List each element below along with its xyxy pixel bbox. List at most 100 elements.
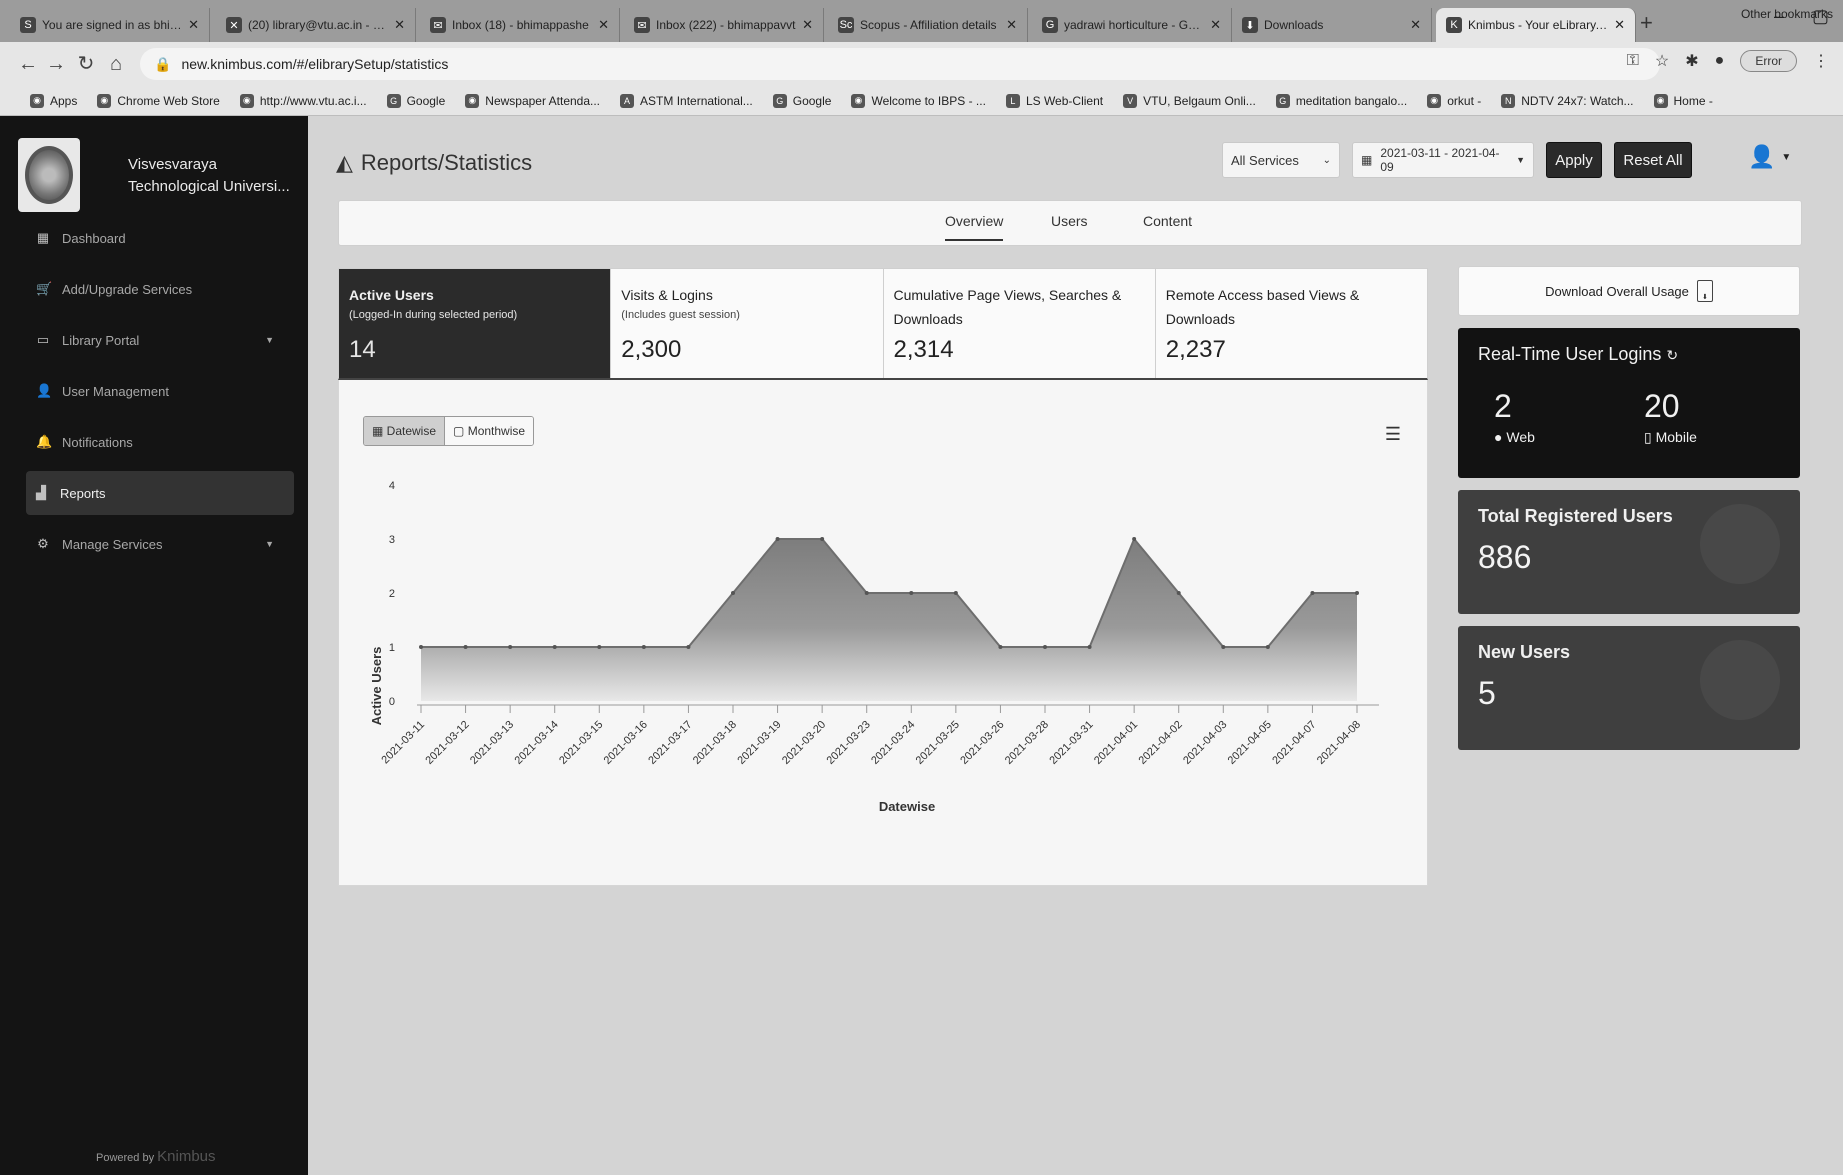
sidebar-item-library-portal[interactable]: ▭ Library Portal ▼ — [28, 318, 296, 362]
x-tick-label: 2021-04-01 — [1092, 719, 1140, 767]
realtime-title-text: Real-Time User Logins — [1478, 344, 1662, 364]
tab-overview[interactable]: Overview — [945, 213, 1004, 241]
address-bar[interactable]: 🔒 new.knimbus.com/#/elibrarySetup/statis… — [140, 48, 1660, 80]
close-icon[interactable]: ✕ — [598, 17, 609, 33]
close-icon[interactable]: ✕ — [394, 17, 405, 33]
bookmark-label: Home - — [1673, 93, 1713, 108]
browser-tab[interactable]: Sc Scopus - Affiliation details ✕ — [828, 8, 1028, 42]
web-logins: 2 ● Web — [1494, 388, 1535, 445]
stat-active-users[interactable]: Active Users (Logged-In during selected … — [339, 269, 612, 378]
stat-remote-access[interactable]: Remote Access based Views & Downloads 2,… — [1156, 269, 1427, 378]
bookmark-item[interactable]: ◉ Chrome Web Store — [87, 93, 230, 108]
sidebar-item-label: User Management — [62, 383, 169, 399]
data-point — [597, 645, 602, 649]
sidebar-item-notifications[interactable]: 🔔 Notifications — [28, 420, 296, 464]
bookmark-label: Apps — [50, 93, 78, 108]
globe-icon: ● — [1494, 429, 1503, 445]
date-range-picker[interactable]: ▦ 2021-03-11 - 2021-04-09 ▼ — [1352, 142, 1534, 178]
data-point — [909, 591, 914, 595]
reset-all-button[interactable]: Reset All — [1614, 142, 1692, 178]
browser-tab[interactable]: ✉ Inbox (222) - bhimappavvt ✕ — [624, 8, 824, 42]
datewise-label: Datewise — [386, 424, 437, 438]
home-icon[interactable]: ⌂ — [104, 52, 128, 76]
browser-tab[interactable]: S You are signed in as bhima ✕ — [10, 8, 210, 42]
bookmark-item[interactable]: ◉ Home - — [1644, 93, 1723, 108]
apply-button[interactable]: Apply — [1546, 142, 1602, 178]
tab-title: Downloads — [1264, 18, 1324, 32]
forward-icon[interactable]: → — [44, 52, 68, 76]
sidebar-item-manage-services[interactable]: ⚙ Manage Services ▼ — [28, 522, 296, 566]
browser-tab[interactable]: K Knimbus - Your eLibrary. Ar ✕ — [1436, 8, 1636, 42]
bookmark-item[interactable]: V VTU, Belgaum Onli... — [1113, 93, 1266, 108]
sidebar-item-label: Notifications — [62, 434, 133, 450]
bookmark-item[interactable]: A ASTM International... — [610, 93, 763, 108]
browser-tab[interactable]: ✕ (20) library@vtu.ac.in - Me ✕ — [216, 8, 416, 42]
active-users-chart: 012342021-03-112021-03-122021-03-132021-… — [369, 480, 1379, 814]
caret-down-icon: ▼ — [1781, 151, 1792, 163]
close-icon[interactable]: ✕ — [1410, 17, 1421, 33]
data-point — [641, 645, 646, 649]
bookmark-item[interactable]: ◉ http://www.vtu.ac.i... — [230, 93, 377, 108]
stat-visits-logins[interactable]: Visits & Logins (Includes guest session)… — [611, 269, 884, 378]
web-count: 2 — [1494, 388, 1512, 424]
bookmark-item[interactable]: N NDTV 24x7: Watch... — [1491, 93, 1643, 108]
monthwise-button[interactable]: ▢ Monthwise — [445, 417, 534, 445]
sidebar-item-reports[interactable]: ▟ Reports — [26, 471, 294, 515]
bookmark-item[interactable]: L LS Web-Client — [996, 93, 1113, 108]
tab-users[interactable]: Users — [1051, 213, 1088, 229]
browser-tab[interactable]: ✉ Inbox (18) - bhimappashe ✕ — [420, 8, 620, 42]
new-tab-button[interactable]: + — [1640, 10, 1653, 36]
browser-tab[interactable]: ⬇ Downloads ✕ — [1232, 8, 1432, 42]
browser-tab[interactable]: Gyadrawi horticulture - Goog ✕ — [1032, 8, 1232, 42]
sidebar-item-add-upgrade[interactable]: 🛒 Add/Upgrade Services — [28, 267, 296, 311]
data-point — [1221, 645, 1226, 649]
close-icon[interactable]: ✕ — [1614, 17, 1625, 33]
close-icon[interactable]: ✕ — [1210, 17, 1221, 33]
tab-favicon-icon: Sc — [838, 17, 854, 33]
star-icon[interactable]: ☆ — [1655, 51, 1669, 71]
other-bookmarks[interactable]: Other bookmarks — [1741, 7, 1833, 21]
bookmark-item[interactable]: G Google — [763, 93, 842, 108]
back-icon[interactable]: ← — [16, 52, 40, 76]
bookmark-item[interactable]: ◉ orkut - — [1417, 93, 1491, 108]
close-icon[interactable]: ✕ — [188, 17, 199, 33]
bookmark-favicon-icon: G — [386, 93, 401, 108]
user-menu[interactable]: 👤 ▼ — [1748, 144, 1791, 170]
bookmark-item[interactable]: G Google — [377, 93, 456, 108]
stat-page-views[interactable]: Cumulative Page Views, Searches & Downlo… — [884, 269, 1156, 378]
profile-icon[interactable]: ● — [1715, 52, 1725, 70]
bookmark-item[interactable]: Gmeditation bangalo... — [1266, 93, 1417, 108]
reload-icon[interactable]: ↻ — [74, 52, 98, 76]
hamburger-menu-icon[interactable]: ☰ — [1385, 424, 1401, 445]
stat-value: 2,300 — [621, 336, 682, 363]
mobile-logins: 20 ▯ Mobile — [1644, 388, 1697, 446]
sidebar-item-label: Dashboard — [62, 230, 126, 246]
caret-down-icon: ▼ — [1516, 155, 1525, 165]
key-icon[interactable]: ⚿ — [1627, 52, 1639, 70]
sidebar-item-user-management[interactable]: 👤 User Management — [28, 369, 296, 413]
realtime-logins-card: Real-Time User Logins ↻ 2 ● Web 20 ▯ Mob… — [1458, 328, 1800, 478]
services-select[interactable]: All Services ⌄ — [1222, 142, 1340, 178]
refresh-icon[interactable]: ↻ — [1666, 347, 1678, 363]
browser-toolbar: ← → ↻ ⌂ 🔒 new.knimbus.com/#/elibrarySetu… — [0, 42, 1843, 86]
bookmark-favicon-icon: ◉ — [97, 93, 112, 108]
bookmark-favicon-icon: V — [1123, 93, 1138, 108]
bookmark-item[interactable]: ◉ Welcome to IBPS - ... — [841, 93, 995, 108]
bookmark-favicon-icon: ◉ — [1427, 93, 1442, 108]
extensions-icon[interactable]: ✱ — [1685, 51, 1698, 71]
bookmark-item[interactable]: ◉ Apps — [20, 93, 87, 108]
card-decoration — [1700, 640, 1780, 720]
more-icon[interactable]: ⋮ — [1813, 51, 1829, 71]
x-tick-label: 2021-03-14 — [513, 719, 561, 767]
bookmark-item[interactable]: ◉ Newspaper Attenda... — [455, 93, 610, 108]
bookmark-favicon-icon: N — [1501, 93, 1516, 108]
x-tick-label: 2021-03-31 — [1047, 719, 1095, 767]
close-icon[interactable]: ✕ — [1006, 17, 1017, 33]
download-usage-button[interactable]: Download Overall Usage ⬇ — [1458, 266, 1800, 316]
tab-content[interactable]: Content — [1143, 213, 1192, 229]
sidebar-item-dashboard[interactable]: ▦ Dashboard — [28, 216, 296, 260]
datewise-button[interactable]: ▦ Datewise — [364, 417, 446, 445]
data-point — [686, 645, 691, 649]
error-pill[interactable]: Error — [1740, 50, 1797, 72]
close-icon[interactable]: ✕ — [802, 17, 813, 33]
